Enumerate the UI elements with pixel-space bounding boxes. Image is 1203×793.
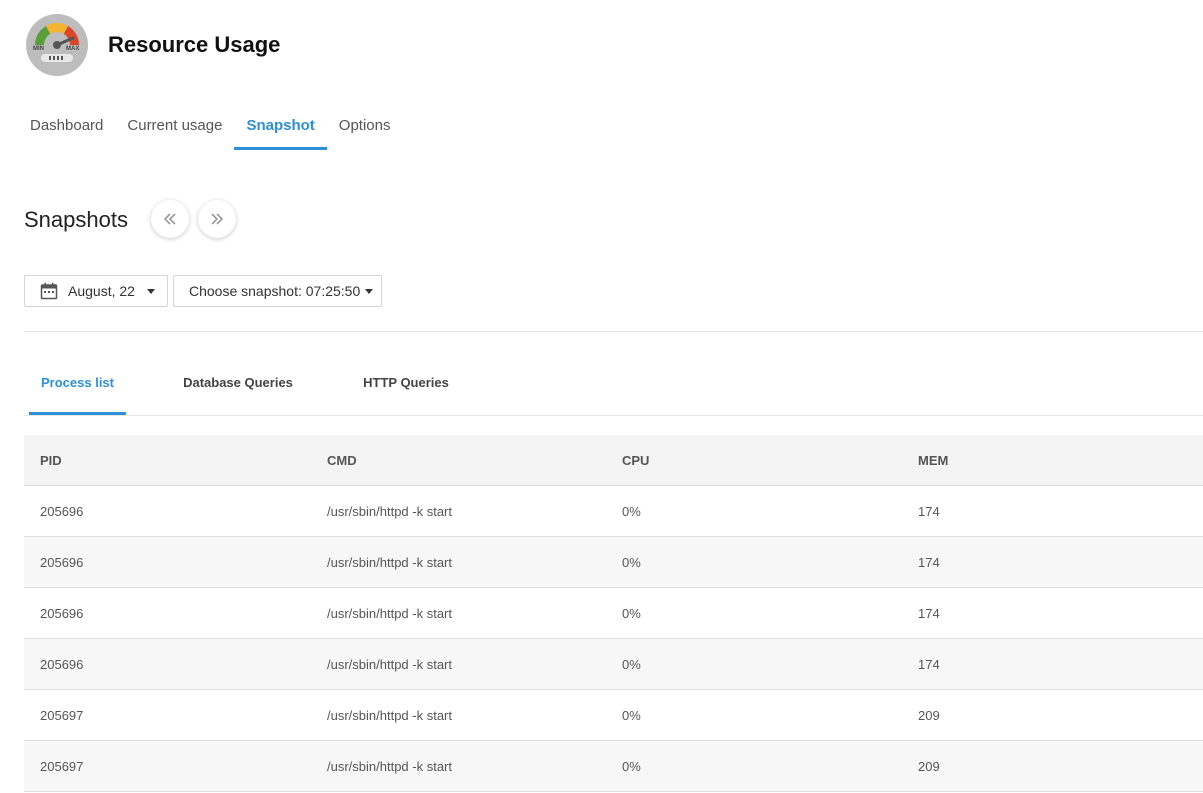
- snapshot-dropdown-label: Choose snapshot: 07:25:50: [189, 283, 361, 299]
- double-chevron-right-icon: [211, 213, 224, 225]
- date-dropdown[interactable]: August, 22: [24, 275, 168, 307]
- tab-snapshot[interactable]: Snapshot: [234, 104, 327, 150]
- app-header: MIN MAX: [26, 14, 88, 76]
- column-header-cmd[interactable]: CMD: [327, 453, 357, 468]
- cell-pid: 205697: [40, 758, 84, 774]
- table-row[interactable]: 205697/usr/sbin/httpd -k start 0% 209: [24, 741, 1203, 792]
- date-dropdown-label: August, 22: [68, 283, 135, 299]
- tab-spacer: [296, 355, 362, 415]
- tab-database-queries[interactable]: Database Queries: [180, 355, 296, 415]
- calendar-icon: [40, 282, 58, 300]
- table-header: PID CMD CPU MEM: [24, 435, 1203, 486]
- cell-cpu: 0%: [622, 758, 641, 774]
- double-chevron-left-icon: [163, 213, 176, 225]
- tab-http-queries[interactable]: HTTP Queries: [362, 355, 450, 415]
- cell-mem: 174: [918, 605, 940, 621]
- cell-cpu: 0%: [622, 656, 641, 672]
- cell-pid: 205696: [40, 503, 84, 519]
- tab-options[interactable]: Options: [327, 104, 403, 150]
- sub-tab-bar: Process list Database Queries HTTP Queri…: [29, 355, 450, 415]
- cell-cmd: /usr/sbin/httpd -k start: [327, 707, 452, 723]
- table-row[interactable]: 205696/usr/sbin/httpd -k start 0% 174: [24, 537, 1203, 588]
- cell-cmd: /usr/sbin/httpd -k start: [327, 758, 452, 774]
- table-row[interactable]: 205697/usr/sbin/httpd -k start 0% 209: [24, 690, 1203, 741]
- cell-cmd: /usr/sbin/httpd -k start: [327, 605, 452, 621]
- tab-current-usage[interactable]: Current usage: [115, 104, 234, 150]
- tab-dashboard[interactable]: Dashboard: [18, 104, 115, 150]
- sub-tab-divider: [24, 415, 1203, 416]
- table-body: 205696/usr/sbin/httpd -k start 0% 174 20569…: [24, 486, 1203, 792]
- tab-spacer: [126, 355, 180, 415]
- gauge-icon: MIN MAX: [26, 14, 88, 76]
- column-header-cpu[interactable]: CPU: [622, 453, 649, 468]
- chevron-down-icon: [365, 288, 374, 294]
- cell-cmd: /usr/sbin/httpd -k start: [327, 656, 452, 672]
- cell-pid: 205696: [40, 656, 84, 672]
- table-row[interactable]: 205696/usr/sbin/httpd -k start 0% 174: [24, 639, 1203, 690]
- cell-mem: 174: [918, 554, 940, 570]
- chevron-down-icon: [146, 288, 155, 294]
- column-header-pid[interactable]: PID: [40, 453, 62, 468]
- cell-mem: 174: [918, 656, 940, 672]
- process-table: PID CMD CPU MEM 205696/usr/sbin/httpd -k…: [24, 435, 1203, 792]
- cell-cpu: 0%: [622, 503, 641, 519]
- previous-snapshot-button[interactable]: [151, 200, 189, 238]
- cell-cpu: 0%: [622, 605, 641, 621]
- snapshots-title: Snapshots: [24, 207, 128, 232]
- tab-process-list[interactable]: Process list: [29, 355, 126, 415]
- cell-cmd: /usr/sbin/httpd -k start: [327, 554, 452, 570]
- next-snapshot-button[interactable]: [198, 200, 236, 238]
- cell-cmd: /usr/sbin/httpd -k start: [327, 503, 452, 519]
- main-tab-bar: Dashboard Current usage Snapshot Options: [18, 104, 403, 150]
- cell-cpu: 0%: [622, 707, 641, 723]
- app-title: Resource Usage: [108, 32, 281, 57]
- cell-mem: 209: [918, 707, 940, 723]
- cell-mem: 209: [918, 758, 940, 774]
- logo-min-label: MIN: [33, 46, 44, 52]
- cell-pid: 205697: [40, 707, 84, 723]
- cell-cpu: 0%: [622, 554, 641, 570]
- snapshot-dropdown[interactable]: Choose snapshot: 07:25:50: [173, 275, 382, 307]
- section-divider: [24, 331, 1203, 332]
- cell-pid: 205696: [40, 605, 84, 621]
- cell-mem: 174: [918, 503, 940, 519]
- column-header-mem[interactable]: MEM: [918, 453, 948, 468]
- logo-max-label: MAX: [66, 46, 79, 52]
- table-row[interactable]: 205696/usr/sbin/httpd -k start 0% 174: [24, 486, 1203, 537]
- cell-pid: 205696: [40, 554, 84, 570]
- table-row[interactable]: 205696/usr/sbin/httpd -k start 0% 174: [24, 588, 1203, 639]
